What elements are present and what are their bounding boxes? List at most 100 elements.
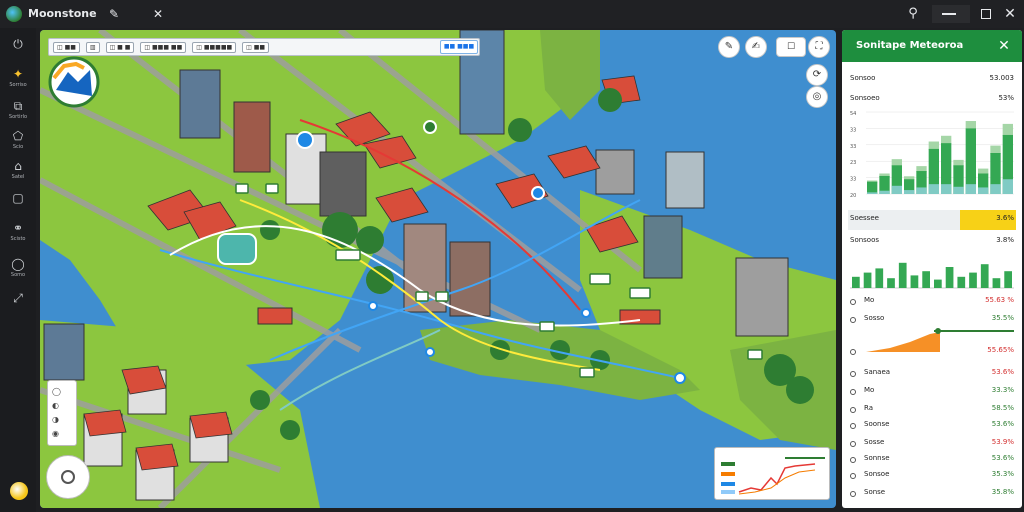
list-item-label: Sosso xyxy=(864,314,885,322)
sidebar-item-2[interactable]: ⧉ Sortirlo xyxy=(4,98,32,128)
bar-base xyxy=(941,184,952,194)
sidebar-item-label: Sortirlo xyxy=(8,114,28,120)
sidebar-item-6[interactable]: ⚭ Scisto xyxy=(4,220,32,250)
status-dot-icon xyxy=(850,407,856,413)
sidebar-item-1[interactable]: ✦ Sorriso xyxy=(4,66,32,96)
list-item[interactable]: Mo 55.63 % xyxy=(850,296,1014,310)
y-tick-label: 20 xyxy=(850,193,856,199)
bar xyxy=(887,278,895,288)
search-button[interactable]: ⚲ xyxy=(898,4,928,24)
row-value: 53% xyxy=(998,94,1014,102)
sidebar-item-label: Scisto xyxy=(10,236,26,242)
list-item[interactable]: Sosse 53.9% xyxy=(850,438,1014,452)
sidebar-item-8[interactable]: ⤢ xyxy=(4,290,32,320)
sidebar-item-7[interactable]: ◯ Somo xyxy=(4,256,32,286)
row-value: 3.6% xyxy=(996,214,1014,222)
legend-item[interactable]: ◯ xyxy=(52,387,74,397)
bar-base xyxy=(891,185,902,194)
list-item[interactable]: Sosso 35.5% xyxy=(850,314,1014,328)
status-dot-icon xyxy=(850,491,856,497)
map-toolbar-chip[interactable]: ◫ ■■■ ■■ xyxy=(140,41,187,53)
bar xyxy=(934,279,942,288)
pin-icon[interactable]: ✎ xyxy=(104,4,124,24)
bar-light xyxy=(1002,123,1013,136)
bar xyxy=(1004,271,1012,288)
list-item[interactable]: Ra 58.5% xyxy=(850,404,1014,418)
compass-control[interactable] xyxy=(46,455,90,499)
bar-light xyxy=(965,121,976,130)
tools-icon[interactable]: ✕ xyxy=(148,4,168,24)
maximize-button[interactable] xyxy=(981,9,991,19)
map-toolbar-chip[interactable]: ◫ ■■■■■ xyxy=(192,41,237,53)
list-item-value: 55.65% xyxy=(987,346,1014,354)
sidebar-item-label: Scio xyxy=(12,144,24,150)
list-item-label: Soonse xyxy=(864,420,890,428)
sidebar-item-3[interactable]: ⬠ Scio xyxy=(4,128,32,158)
y-tick-label: 33 xyxy=(850,127,856,133)
sidebar-item-0[interactable]: ⏻ xyxy=(4,36,32,66)
map-canvas[interactable] xyxy=(40,30,836,508)
bar-base xyxy=(965,184,976,194)
bar-light xyxy=(891,159,902,167)
bar xyxy=(969,272,977,288)
sidebar-item-5[interactable]: ▢ xyxy=(4,190,32,220)
bar xyxy=(852,276,860,288)
list-item-value: 53.6% xyxy=(991,420,1014,428)
locate-icon[interactable]: ◎ xyxy=(806,86,828,108)
row-label: Soessee xyxy=(850,214,879,222)
list-item[interactable]: Sonsoe 35.3% xyxy=(850,470,1014,484)
list-item-label: Sonse xyxy=(864,488,886,496)
list-item[interactable]: Sonnse 53.6% xyxy=(850,454,1014,468)
mini-chart xyxy=(714,447,830,500)
layers-button[interactable]: ☐ xyxy=(776,37,806,57)
bar-base xyxy=(879,190,890,194)
list-item-value: 53.6% xyxy=(991,368,1014,376)
list-item[interactable]: Sanaea 53.6% xyxy=(850,368,1014,382)
map-toolbar-chip[interactable]: ◫ ■■ xyxy=(242,41,270,53)
legend-item[interactable]: ◉ xyxy=(52,429,74,439)
refresh-icon[interactable]: ⟳ xyxy=(806,64,828,86)
list-item[interactable]: Mo 33.3% xyxy=(850,386,1014,400)
bar-chart-2 xyxy=(850,262,1014,289)
bar-chart-1: 54 33 33 23 33 20 xyxy=(850,111,1014,199)
row-value: 3.8% xyxy=(996,236,1014,244)
fullscreen-icon[interactable]: ⛶ xyxy=(808,36,830,58)
area-point xyxy=(935,328,941,334)
list-item[interactable]: Sonse 35.8% xyxy=(850,488,1014,502)
link-icon: ⚭ xyxy=(12,221,24,235)
bar xyxy=(992,278,1001,288)
annotate-icon[interactable]: ✍ xyxy=(745,36,767,58)
close-button[interactable]: ✕ xyxy=(1000,4,1020,24)
panel-row-1: Sonsoo 53.003 xyxy=(850,74,1014,88)
profile-icon[interactable] xyxy=(10,482,28,500)
bar-base xyxy=(928,184,939,194)
list-item-label: Ra xyxy=(864,404,873,412)
list-item-label: Sosse xyxy=(864,438,885,446)
list-item-value: 33.3% xyxy=(991,386,1014,394)
map-search-chip[interactable]: ■■ ■■■ xyxy=(440,40,478,54)
list-item-value: 35.3% xyxy=(991,470,1014,478)
list-item-label: Sonnse xyxy=(864,454,890,462)
search-icon: ⚲ xyxy=(908,6,918,21)
highlight-row: Soessee 3.6% xyxy=(850,214,1014,228)
bar xyxy=(863,272,872,288)
legend-item[interactable]: ◐ xyxy=(52,401,74,411)
mini-line-orange xyxy=(738,469,816,495)
sidebar: ⏻ ✦ Sorriso ⧉ Sortirlo ⬠ Scio ⌂ Satel ▢ ⚭ Scisto ◯ So… xyxy=(0,28,36,512)
row-value: 53.003 xyxy=(989,74,1015,82)
map-toolbar-chip[interactable]: ◫ ■■ xyxy=(53,41,80,53)
row-label: Sonsoeo xyxy=(850,94,880,102)
panel-close-button[interactable]: ✕ xyxy=(994,36,1014,56)
map-toolbar-chip[interactable]: ◫ ■ ■ xyxy=(105,41,135,53)
legend-item[interactable]: ◑ xyxy=(52,415,74,425)
map-toolbar-chip[interactable]: ▥ xyxy=(85,41,100,53)
y-tick-label: 33 xyxy=(850,144,856,150)
edit-icon[interactable]: ✎ xyxy=(718,36,740,58)
list-item[interactable]: Soonse 53.6% xyxy=(850,420,1014,434)
status-dot-icon xyxy=(850,317,856,323)
list-item[interactable]: 55.65% xyxy=(850,346,1014,360)
bar-base xyxy=(867,192,878,194)
mini-line-red xyxy=(738,463,816,493)
bar xyxy=(957,276,966,288)
sidebar-item-4[interactable]: ⌂ Satel xyxy=(4,158,32,188)
